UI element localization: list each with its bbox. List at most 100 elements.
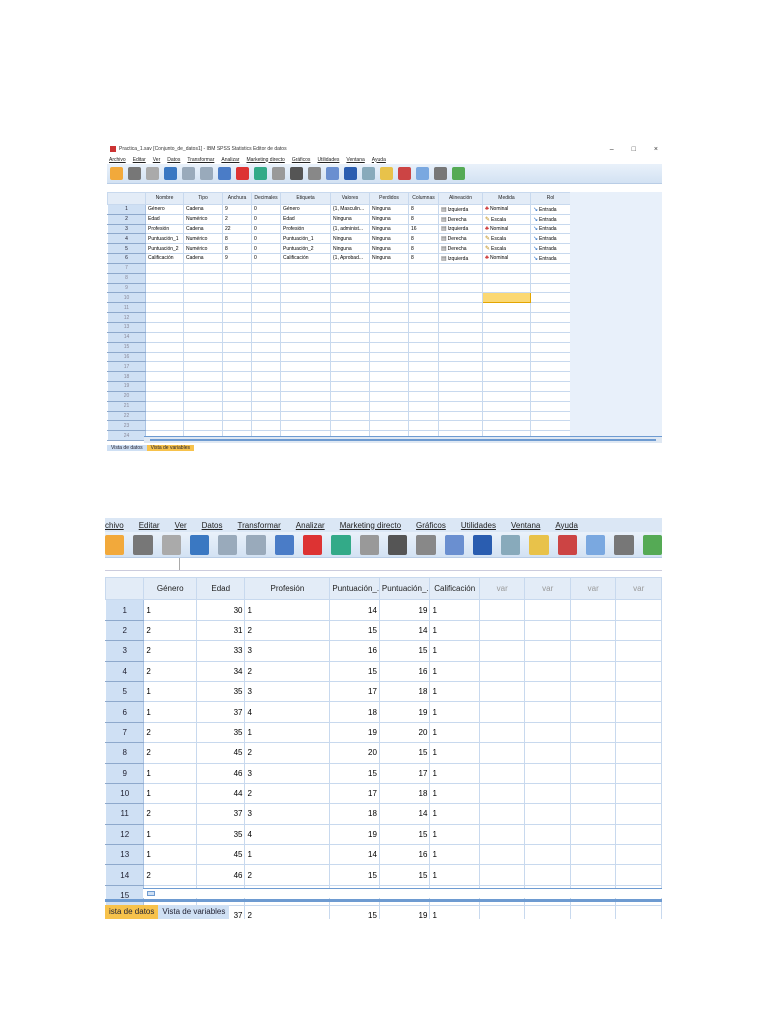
empty-cell[interactable] [183, 381, 223, 392]
empty-cell[interactable] [222, 361, 252, 373]
empty-cell[interactable] [330, 420, 370, 432]
cell[interactable]: 1 [429, 619, 480, 642]
empty-cell[interactable] [569, 619, 617, 642]
empty-cell[interactable] [530, 302, 571, 314]
cell[interactable]: 17 [329, 680, 380, 703]
empty-cell[interactable] [183, 272, 223, 284]
empty-cell[interactable] [369, 262, 409, 274]
empty-cell[interactable] [280, 331, 331, 343]
column-header[interactable]: Calificación [429, 576, 480, 601]
empty-cell[interactable] [478, 640, 526, 662]
empty-cell[interactable] [438, 321, 483, 333]
open-folder-icon[interactable] [110, 167, 123, 180]
empty-cell[interactable] [280, 272, 331, 284]
empty-cell[interactable] [222, 282, 252, 294]
empty-cell[interactable] [145, 410, 184, 422]
empty-cell[interactable] [183, 331, 223, 343]
empty-cell[interactable] [183, 312, 223, 323]
empty-cell[interactable] [408, 272, 439, 284]
cell[interactable]: 3 [244, 680, 331, 703]
cell[interactable]: 8 [408, 213, 439, 225]
empty-cell[interactable] [524, 762, 571, 784]
cell[interactable]: Género [145, 203, 184, 215]
empty-cell[interactable] [530, 262, 571, 274]
empty-cell[interactable] [222, 381, 252, 392]
menu-item[interactable]: Transformar [238, 521, 281, 530]
cell[interactable]: 1 [429, 762, 480, 784]
empty-cell[interactable] [408, 321, 439, 333]
empty-cell[interactable] [530, 361, 571, 373]
empty-cell[interactable] [438, 420, 483, 432]
cell[interactable]: 35 [195, 721, 246, 744]
cell[interactable]: 15 [329, 660, 380, 682]
empty-cell[interactable] [438, 292, 483, 304]
column-header[interactable]: Valores [330, 192, 370, 205]
row-number[interactable]: 16 [107, 351, 146, 363]
cell[interactable]: Cadena [183, 223, 223, 235]
run-descriptives-icon[interactable] [272, 167, 285, 180]
cell[interactable]: 1 [143, 844, 197, 866]
row-number[interactable]: 11 [107, 302, 146, 314]
empty-cell[interactable] [145, 400, 184, 412]
empty-cell[interactable] [369, 302, 409, 314]
empty-cell[interactable] [145, 420, 184, 432]
column-header[interactable]: Perdidos [369, 192, 409, 205]
row-number[interactable]: 15 [107, 341, 146, 353]
cell[interactable]: Ninguna [369, 253, 409, 264]
cell[interactable]: ♣Nominal [482, 223, 531, 235]
cell[interactable]: 1 [143, 599, 197, 621]
empty-cell[interactable] [330, 361, 370, 373]
goto-case-icon[interactable] [218, 167, 231, 180]
cell[interactable]: 3 [244, 762, 331, 784]
empty-cell[interactable] [183, 410, 223, 422]
cell[interactable]: Puntuación_2 [145, 243, 184, 255]
empty-cell[interactable] [222, 331, 252, 343]
empty-cell[interactable] [408, 371, 439, 383]
empty-cell[interactable] [280, 262, 331, 274]
row-number[interactable]: 5 [107, 243, 146, 255]
cell[interactable]: 1 [429, 721, 480, 744]
tab-variable-view[interactable]: Vista de variables [158, 905, 230, 919]
empty-cell[interactable] [330, 410, 370, 422]
menu-item[interactable]: Utilidades [317, 157, 339, 163]
empty-cell[interactable] [183, 420, 223, 432]
empty-cell[interactable] [280, 410, 331, 422]
empty-cell[interactable] [615, 844, 662, 866]
row-number[interactable]: 13 [105, 844, 145, 866]
row-number[interactable]: 23 [107, 420, 146, 432]
row-number[interactable]: 3 [105, 640, 145, 662]
empty-cell[interactable] [569, 701, 617, 723]
empty-cell[interactable] [569, 905, 617, 919]
insert-variable-icon[interactable] [326, 167, 339, 180]
variables-icon[interactable] [331, 534, 351, 555]
row-number[interactable]: 14 [105, 864, 145, 886]
cell[interactable]: Ninguna [369, 233, 409, 245]
empty-cell[interactable] [145, 302, 184, 314]
find-icon[interactable] [290, 167, 303, 180]
cell[interactable]: 3 [244, 640, 331, 662]
empty-cell[interactable] [482, 321, 531, 333]
recall-dialog-icon[interactable] [164, 167, 177, 180]
empty-cell[interactable] [530, 341, 571, 353]
cell[interactable]: 2 [143, 803, 197, 825]
run-descriptives-icon[interactable] [359, 534, 379, 555]
cell[interactable]: 8 [222, 243, 252, 255]
cell[interactable]: 9 [222, 203, 252, 215]
empty-cell[interactable] [369, 381, 409, 392]
empty-cell[interactable] [183, 361, 223, 373]
goto-case-icon[interactable] [274, 534, 295, 555]
selected-cell[interactable] [482, 292, 531, 304]
empty-cell[interactable] [183, 400, 223, 412]
menu-item[interactable]: Analizar [221, 157, 239, 163]
empty-cell[interactable] [183, 292, 223, 304]
cell[interactable]: 1 [143, 823, 197, 846]
empty-cell[interactable] [569, 742, 617, 764]
cell[interactable]: Profesión [145, 223, 184, 235]
insert-variable-icon[interactable] [444, 534, 464, 555]
empty-cell[interactable] [615, 640, 662, 662]
cell[interactable]: 18 [329, 803, 380, 825]
empty-cell[interactable] [183, 262, 223, 274]
empty-cell[interactable] [615, 680, 662, 703]
empty-cell[interactable] [615, 905, 662, 919]
print-icon[interactable] [146, 167, 159, 180]
